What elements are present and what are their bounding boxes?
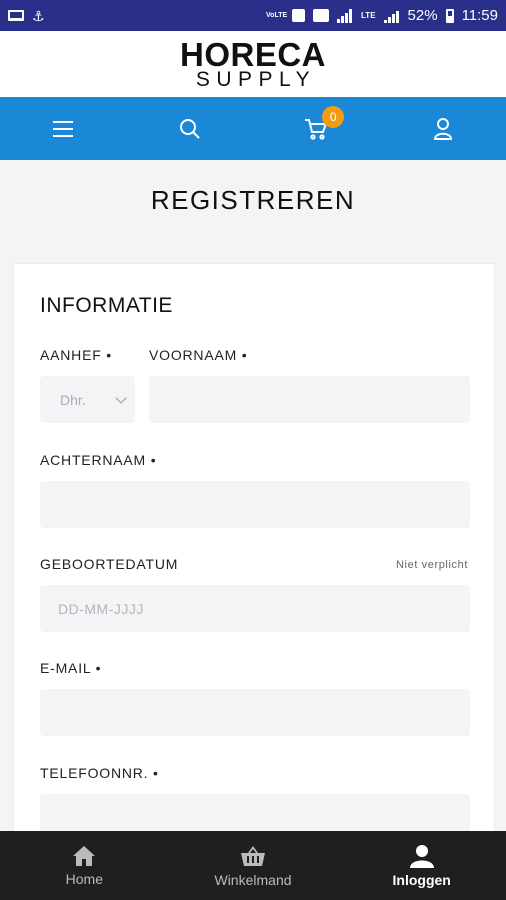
registration-form: INFORMATIE AANHEF • VOORNAAM • Dhr. ACHT… — [13, 263, 495, 863]
tab-inloggen-label: Inloggen — [392, 871, 451, 888]
battery-icon — [445, 8, 454, 23]
image-icon — [313, 9, 330, 22]
volte-icon: VoLTE — [266, 11, 288, 19]
hamburger-icon — [53, 120, 74, 137]
phone-label: TELEFOONNR. • — [40, 765, 159, 781]
email-input[interactable] — [40, 689, 470, 736]
lte-signal-icon — [337, 8, 353, 23]
tab-home[interactable]: Home — [0, 831, 169, 900]
firstname-input[interactable] — [149, 376, 470, 423]
lte-label: LTE — [361, 10, 376, 20]
cart-button[interactable]: 0 — [286, 104, 346, 154]
firstname-label: VOORNAAM • — [149, 347, 248, 363]
status-bar: ⚓ VoLTE LTE 52% 11:59 — [0, 0, 506, 31]
section-title: INFORMATIE — [40, 294, 173, 317]
salutation-label: AANHEF • — [40, 347, 112, 363]
page-title: REGISTREREN — [150, 185, 356, 215]
tab-inloggen[interactable]: Inloggen — [337, 831, 506, 900]
optional-note: Niet verplicht — [396, 559, 468, 571]
basket-icon — [241, 845, 265, 866]
tab-winkelmand[interactable]: Winkelmand — [169, 831, 338, 900]
user-icon — [409, 844, 434, 868]
cart-count-badge: 0 — [322, 105, 345, 128]
brand-logo[interactable]: HORECA SUPPLY — [180, 38, 326, 90]
home-icon — [73, 845, 96, 866]
lastname-label: ACHTERNAAM • — [40, 452, 157, 468]
salutation-value: Dhr. — [60, 391, 86, 408]
search-icon — [179, 118, 200, 139]
chevron-down-icon — [115, 391, 127, 404]
brand-line1: HORECA — [179, 36, 326, 73]
battery-percent: 52% — [407, 7, 438, 24]
logo-bar: HORECA SUPPLY — [0, 31, 506, 97]
clock: 11:59 — [461, 7, 498, 24]
top-nav: 0 — [0, 97, 506, 160]
search-button[interactable] — [160, 104, 220, 154]
salutation-select[interactable]: Dhr. — [40, 376, 135, 423]
tab-winkelmand-label: Winkelmand — [214, 871, 292, 888]
bottom-tab-bar: Home Winkelmand Inloggen — [0, 831, 506, 900]
user-icon — [433, 117, 452, 140]
email-label: E-MAIL • — [40, 660, 102, 676]
laptop-icon — [8, 10, 24, 21]
tab-home-label: Home — [65, 870, 104, 887]
lastname-input[interactable] — [40, 481, 470, 528]
sim-icon — [292, 9, 306, 22]
brand-line2: SUPPLY — [195, 68, 317, 91]
menu-button[interactable] — [33, 104, 93, 154]
anchor-icon: ⚓ — [32, 7, 45, 24]
birthdate-input[interactable] — [40, 585, 470, 632]
account-button[interactable] — [413, 104, 473, 154]
signal-icon — [383, 9, 400, 23]
birthdate-label: GEBOORTEDATUM — [40, 556, 179, 572]
